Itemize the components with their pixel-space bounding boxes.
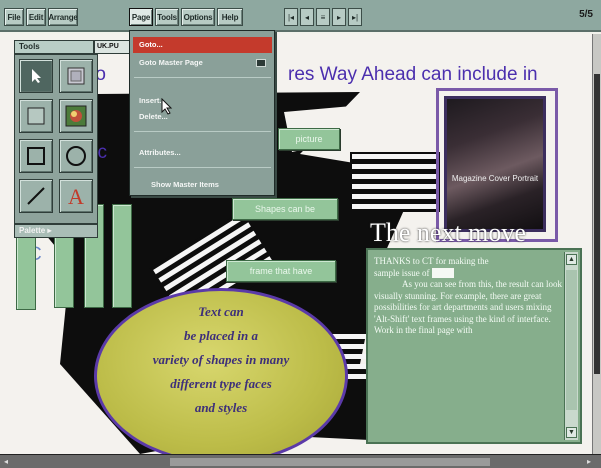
- palette-dropdown[interactable]: Palette ▸: [14, 224, 98, 238]
- page-counter: 5/5: [579, 9, 593, 20]
- menu-item-insert[interactable]: Insert...: [133, 93, 272, 109]
- portrait-photo[interactable]: [444, 96, 546, 232]
- line-icon: [27, 187, 45, 205]
- frame-icon: [67, 67, 85, 85]
- circle-icon: [66, 146, 86, 166]
- first-page-button[interactable]: |◂: [284, 8, 298, 26]
- oval-text-line: Text can: [198, 304, 244, 319]
- stripe-pattern-upper: [350, 152, 440, 212]
- scroll-up-icon[interactable]: ▲: [566, 254, 577, 265]
- text-frame-scroll-thumb[interactable]: [566, 270, 577, 410]
- scroll-down-icon[interactable]: ▼: [566, 427, 577, 438]
- tools-palette-title[interactable]: Tools: [14, 40, 94, 54]
- menu-bar: File Edit Arrange Page Tools Options Hel…: [0, 0, 601, 32]
- vertical-scrollbar[interactable]: [592, 34, 601, 454]
- text-tool[interactable]: A: [59, 179, 93, 213]
- menu-separator: [134, 131, 271, 132]
- menu-item-attributes[interactable]: Attributes...: [133, 145, 272, 161]
- vertical-scroll-thumb[interactable]: [594, 74, 600, 374]
- page-list-button[interactable]: ≡: [316, 8, 330, 26]
- text-frame-scrollbar[interactable]: ▲ ▼: [564, 252, 578, 440]
- menu-item-show-master-items[interactable]: Show Master Items: [133, 177, 272, 193]
- pointer-icon: [32, 69, 41, 83]
- green-column-4[interactable]: [112, 204, 132, 308]
- menu-arrange[interactable]: Arrange: [48, 8, 78, 26]
- shortcut-icon: [256, 59, 266, 67]
- page-menu-dropdown: Goto... Goto Master Page Insert... Delet…: [129, 30, 275, 196]
- last-page-button[interactable]: ▸|: [348, 8, 362, 26]
- horizontal-scroll-thumb[interactable]: [170, 458, 490, 466]
- oval-text-line: different type faces: [170, 376, 272, 391]
- body-text-paragraph: As you can see from this, the result can…: [374, 279, 562, 335]
- menu-item-goto-master-page[interactable]: Goto Master Page: [133, 55, 272, 71]
- pointer-tool[interactable]: [19, 59, 53, 93]
- menu-item-goto[interactable]: Goto...: [133, 37, 272, 53]
- next-page-button[interactable]: ▸: [332, 8, 346, 26]
- scroll-right-icon[interactable]: ▸: [587, 457, 597, 467]
- shaded-box-icon: [27, 107, 45, 125]
- scroll-left-icon[interactable]: ◂: [4, 457, 14, 467]
- rectangle-tool[interactable]: [19, 99, 53, 133]
- picture-icon: [65, 105, 87, 127]
- picture-tool[interactable]: [59, 99, 93, 133]
- oval-text-line: and styles: [194, 400, 248, 415]
- circle-tool[interactable]: [59, 139, 93, 173]
- square-tool[interactable]: [19, 139, 53, 173]
- menu-help[interactable]: Help: [217, 8, 243, 26]
- menu-edit[interactable]: Edit: [26, 8, 46, 26]
- menu-file[interactable]: File: [4, 8, 24, 26]
- frame-tool[interactable]: [59, 59, 93, 93]
- oval-text-line: variety of shapes in many: [152, 352, 290, 367]
- menu-options[interactable]: Options: [181, 8, 215, 26]
- oval-text-line: be placed in a: [183, 328, 258, 343]
- body-text-frame[interactable]: THANKS to CT for making the sample issue…: [366, 248, 582, 444]
- horizontal-scrollbar[interactable]: ◂ ▸: [0, 454, 601, 468]
- text-a-icon: A: [68, 185, 84, 207]
- body-text: THANKS to CT for making the sample issue…: [374, 256, 564, 337]
- svg-text:A: A: [68, 185, 84, 207]
- green-label-picture[interactable]: picture: [278, 128, 340, 150]
- menu-page[interactable]: Page: [129, 8, 153, 26]
- green-label-shapes[interactable]: Shapes can be: [232, 198, 338, 220]
- next-move-title[interactable]: The next move: [370, 218, 526, 248]
- square-icon: [27, 147, 45, 165]
- oval-text[interactable]: Text can be placed in a variety of shape…: [94, 300, 348, 420]
- selected-text: [431, 267, 455, 278]
- tools-palette: A: [14, 54, 98, 224]
- menu-tools[interactable]: Tools: [155, 8, 179, 26]
- chevron-right-icon: ▸: [47, 226, 52, 235]
- document-tab[interactable]: UK.PU: [94, 40, 134, 54]
- menu-separator: [134, 77, 271, 78]
- menu-separator: [134, 167, 271, 168]
- line-tool[interactable]: [19, 179, 53, 213]
- menu-item-delete[interactable]: Delete...: [133, 109, 272, 125]
- headline-text[interactable]: res Way Ahead can include in: [288, 64, 538, 86]
- body-text-line2: sample issue of: [374, 267, 564, 280]
- green-label-frame[interactable]: frame that have: [226, 260, 336, 282]
- photo-caption: Magazine Cover Portrait: [451, 174, 539, 183]
- prev-page-button[interactable]: ◂: [300, 8, 314, 26]
- mouse-cursor-icon: [161, 98, 173, 115]
- body-text-line1: THANKS to CT for making the: [374, 256, 489, 266]
